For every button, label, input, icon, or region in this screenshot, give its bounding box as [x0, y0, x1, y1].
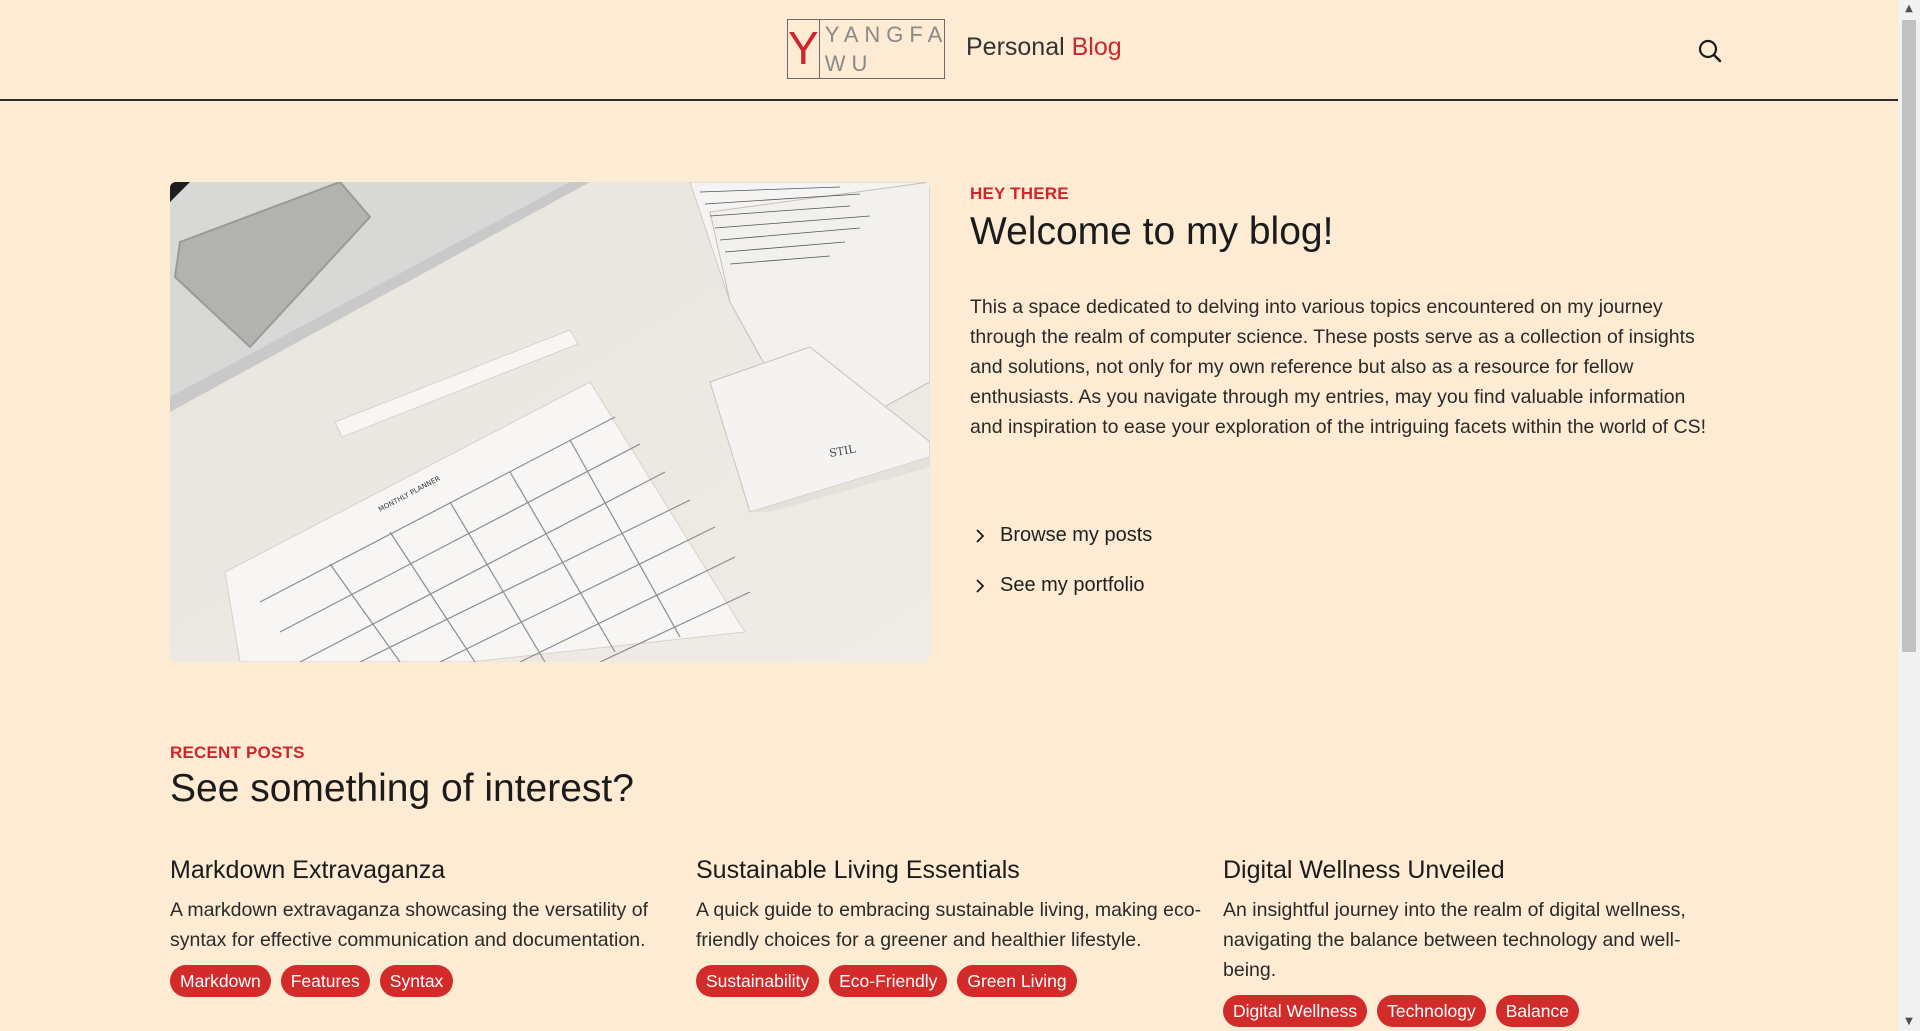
post-card: Markdown Extravaganza A markdown extrava… — [170, 856, 680, 997]
post-tags: Digital Wellness Technology Balance — [1223, 995, 1713, 1027]
post-description: A markdown extravaganza showcasing the v… — [170, 899, 648, 951]
post-description: A quick guide to embracing sustainable l… — [696, 899, 1202, 951]
scroll-up-arrow-icon[interactable]: ▲ — [1898, 0, 1920, 18]
tag-markdown[interactable]: Markdown — [170, 965, 271, 997]
post-description: An insightful journey into the realm of … — [1223, 899, 1686, 981]
hero-eyebrow: HEY THERE — [970, 184, 1069, 203]
search-button[interactable] — [1696, 37, 1724, 65]
search-icon — [1698, 39, 1722, 63]
tag-syntax[interactable]: Syntax — [379, 965, 454, 997]
site-title-prefix: Personal — [966, 33, 1065, 61]
post-title[interactable]: Markdown Extravaganza — [170, 856, 680, 885]
recent-posts-section: RECENT POSTS See something of interest? — [170, 743, 634, 811]
recent-heading: See something of interest? — [170, 767, 634, 810]
see-portfolio-label: See my portfolio — [1000, 574, 1145, 596]
hero-image: MONTHLY PLANNER STIL — [170, 182, 930, 662]
post-tags: Sustainability Eco-Friendly Green Living — [696, 965, 1206, 997]
site-title[interactable]: Personal Blog — [966, 33, 1122, 62]
post-title[interactable]: Digital Wellness Unveiled — [1223, 856, 1713, 885]
scroll-thumb[interactable] — [1902, 20, 1916, 652]
post-title[interactable]: Sustainable Living Essentials — [696, 856, 1206, 885]
site-title-accent: Blog — [1071, 33, 1122, 61]
tag-features[interactable]: Features — [280, 965, 370, 997]
hero-heading: Welcome to my blog! — [970, 210, 1334, 253]
chevron-right-icon — [976, 528, 985, 543]
see-portfolio-link[interactable]: See my portfolio — [970, 574, 1145, 597]
tag-eco-friendly[interactable]: Eco-Friendly — [829, 965, 948, 997]
page-scrollbar[interactable]: ▲ ▼ — [1898, 0, 1920, 1031]
hero-section: HEY THERE Welcome to my blog! This a spa… — [970, 184, 1710, 442]
post-tags: Markdown Features Syntax — [170, 965, 680, 997]
hero-desk-illustration: MONTHLY PLANNER STIL — [170, 182, 930, 662]
logo-text: YANGFA WU — [820, 20, 949, 78]
post-card: Sustainable Living Essentials A quick gu… — [696, 856, 1206, 997]
tag-technology[interactable]: Technology — [1377, 995, 1486, 1027]
site-header: Y YANGFA WU Personal Blog — [0, 0, 1898, 101]
site-logo[interactable]: Y YANGFA WU — [787, 19, 945, 79]
recent-eyebrow: RECENT POSTS — [170, 743, 305, 762]
tag-digital-wellness[interactable]: Digital Wellness — [1223, 995, 1368, 1027]
logo-line-2: WU — [824, 51, 874, 76]
logo-letter: Y — [788, 20, 820, 78]
browse-posts-link[interactable]: Browse my posts — [970, 524, 1152, 547]
tag-green-living[interactable]: Green Living — [957, 965, 1077, 997]
scroll-down-arrow-icon[interactable]: ▼ — [1898, 1013, 1920, 1031]
tag-sustainability[interactable]: Sustainability — [696, 965, 820, 997]
tag-balance[interactable]: Balance — [1495, 995, 1579, 1027]
chevron-right-icon — [976, 578, 985, 593]
browse-posts-label: Browse my posts — [1000, 524, 1153, 546]
hero-body: This a space dedicated to delving into v… — [970, 296, 1707, 438]
post-card: Digital Wellness Unveiled An insightful … — [1223, 856, 1713, 1027]
logo-line-1: YANGFA — [824, 22, 949, 47]
